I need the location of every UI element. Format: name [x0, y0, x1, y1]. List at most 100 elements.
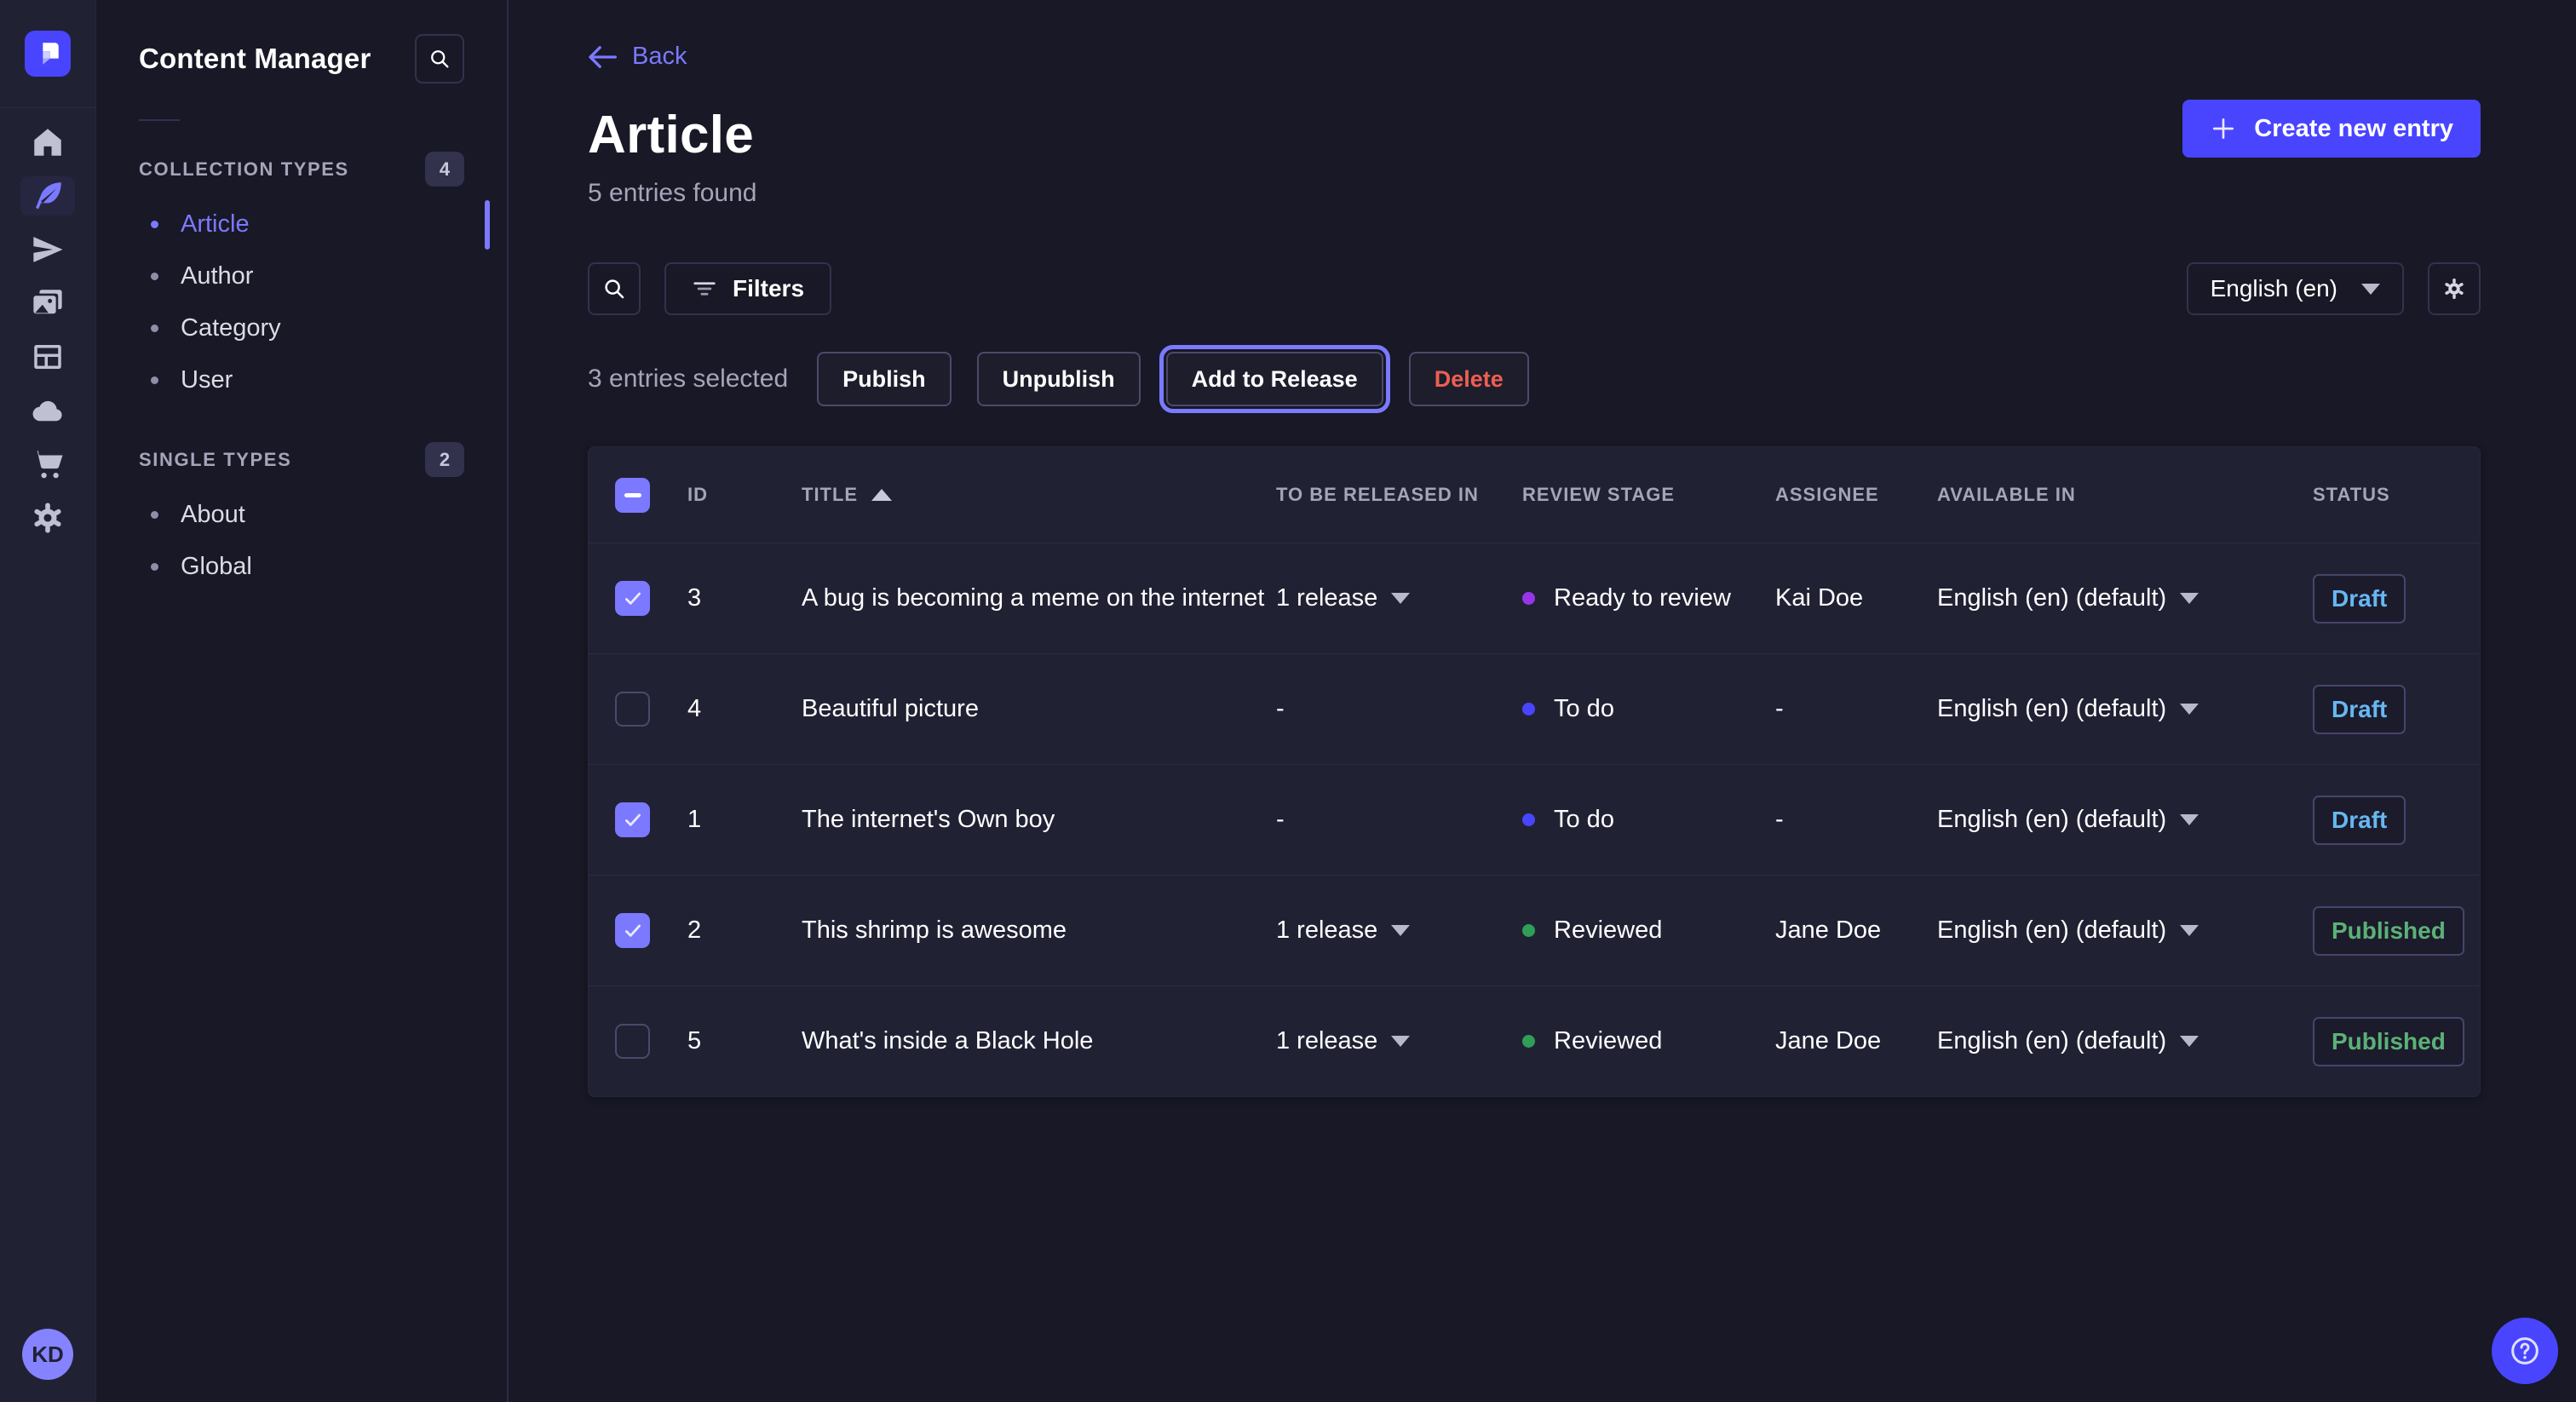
stage-label: Reviewed	[1554, 1027, 1662, 1055]
cell-id: 4	[674, 695, 802, 723]
header-cell-status: STATUS	[2313, 484, 2480, 506]
cell-review-stage: Reviewed	[1522, 1027, 1775, 1055]
home-icon	[30, 124, 66, 160]
cell-available-in[interactable]: English (en) (default)	[1937, 916, 2313, 945]
sidebar-section-label: COLLECTION TYPES	[139, 158, 349, 181]
bullet-icon	[151, 563, 158, 571]
add-to-release-button[interactable]: Add to Release	[1166, 352, 1383, 406]
chevron-down-icon	[1391, 1036, 1410, 1047]
user-avatar[interactable]: KD	[22, 1329, 73, 1380]
bullet-icon	[151, 511, 158, 519]
cell-to-be-released-in[interactable]: 1 release	[1276, 916, 1522, 945]
sidebar-item-global[interactable]: Global	[139, 541, 464, 593]
sidebar-item-user[interactable]: User	[139, 354, 464, 406]
sidebar-search-button[interactable]	[415, 34, 464, 83]
list-settings-button[interactable]	[2428, 262, 2481, 315]
strapi-logo-icon	[33, 39, 62, 68]
sidebar-item-about[interactable]: About	[139, 489, 464, 541]
cell-to-be-released-in[interactable]: 1 release	[1276, 1027, 1522, 1055]
nav-marketplace[interactable]	[0, 437, 95, 491]
table-row[interactable]: 3A bug is becoming a meme on the interne…	[589, 543, 2480, 653]
select-all-checkbox[interactable]	[615, 478, 650, 513]
sidebar-item-list: Article Author Category User	[139, 198, 464, 406]
sidebar-section: SINGLE TYPES2AboutGlobal	[139, 442, 464, 593]
nav-media-library[interactable]	[0, 276, 95, 330]
search-icon	[428, 47, 451, 71]
table-search-button[interactable]	[588, 262, 641, 315]
cell-available-in[interactable]: English (en) (default)	[1937, 806, 2313, 834]
sidebar-item-label: Author	[181, 262, 253, 290]
cell-to-be-released-in: -	[1276, 695, 1522, 723]
cell-id: 1	[674, 806, 802, 834]
cell-status: Draft	[2313, 796, 2480, 845]
cell-review-stage: Ready to review	[1522, 584, 1775, 612]
locale-select[interactable]: English (en)	[2187, 262, 2404, 315]
table-row[interactable]: 1The internet's Own boy-To do-English (e…	[589, 764, 2480, 875]
nav-deploy[interactable]	[0, 383, 95, 437]
unpublish-button[interactable]: Unpublish	[977, 352, 1141, 406]
column-label: REVIEW STAGE	[1522, 484, 1675, 506]
sidebar-divider	[139, 119, 180, 121]
release-value: 1 release	[1276, 916, 1377, 945]
cell-available-in[interactable]: English (en) (default)	[1937, 1027, 2313, 1055]
table-row[interactable]: 4Beautiful picture-To do-English (en) (d…	[589, 653, 2480, 764]
delete-button[interactable]: Delete	[1409, 352, 1529, 406]
row-checkbox[interactable]	[615, 802, 650, 837]
nav-releases[interactable]	[0, 222, 95, 276]
chevron-down-icon	[2180, 925, 2199, 936]
column-label: STATUS	[2313, 484, 2390, 506]
publish-button[interactable]: Publish	[817, 352, 952, 406]
sidebar-item-label: User	[181, 366, 233, 394]
sidebar-item-category[interactable]: Category	[139, 302, 464, 354]
table-header-row: IDTITLETO BE RELEASED INREVIEW STAGEASSI…	[589, 447, 2480, 543]
create-new-entry-button[interactable]: Create new entry	[2182, 100, 2481, 158]
cloud-icon	[30, 393, 66, 428]
nav-home[interactable]	[0, 115, 95, 169]
row-checkbox[interactable]	[615, 1024, 650, 1059]
check-icon	[622, 809, 644, 831]
sort-ascending-icon	[871, 489, 892, 501]
sidebar-item-label: Article	[181, 210, 250, 238]
nav-content-type-builder[interactable]	[0, 330, 95, 383]
header-cell-id: ID	[674, 484, 802, 506]
cell-title: The internet's Own boy	[802, 806, 1276, 834]
cell-available-in[interactable]: English (en) (default)	[1937, 695, 2313, 723]
status-badge: Published	[2313, 906, 2464, 956]
cell-assignee: Jane Doe	[1775, 916, 1937, 945]
bullet-icon	[151, 376, 158, 384]
table-row[interactable]: 2This shrimp is awesome1 releaseReviewed…	[589, 875, 2480, 985]
cell-to-be-released-in[interactable]: 1 release	[1276, 584, 1522, 612]
row-checkbox[interactable]	[615, 581, 650, 616]
sidebar-section-count-badge: 2	[425, 442, 464, 477]
selection-count-text: 3 entries selected	[588, 365, 788, 394]
cell-checkbox	[589, 1024, 674, 1059]
nav-settings[interactable]	[0, 491, 95, 544]
question-mark-icon	[2508, 1334, 2542, 1368]
stage-label: To do	[1554, 806, 1614, 834]
filters-button[interactable]: Filters	[664, 262, 831, 315]
cell-title: What's inside a Black Hole	[802, 1027, 1276, 1055]
chevron-down-icon	[2180, 593, 2199, 604]
column-label: ID	[687, 484, 708, 506]
nav-content-manager[interactable]	[0, 169, 95, 222]
check-icon	[622, 920, 644, 942]
sidebar-item-label: Category	[181, 314, 281, 342]
row-checkbox[interactable]	[615, 692, 650, 727]
column-label: TO BE RELEASED IN	[1276, 484, 1479, 506]
release-value: -	[1276, 695, 1285, 723]
header-cell-title[interactable]: TITLE	[802, 484, 1276, 506]
active-nav-highlight	[20, 176, 75, 215]
row-checkbox[interactable]	[615, 913, 650, 948]
sidebar-item-author[interactable]: Author	[139, 250, 464, 302]
back-link[interactable]: Back	[588, 43, 687, 71]
cell-assignee: -	[1775, 695, 1937, 723]
chevron-down-icon	[2180, 704, 2199, 715]
strapi-logo[interactable]	[25, 31, 71, 77]
table-row[interactable]: 5What's inside a Black Hole1 releaseRevi…	[589, 985, 2480, 1096]
cell-available-in[interactable]: English (en) (default)	[1937, 584, 2313, 612]
stage-label: Reviewed	[1554, 916, 1662, 945]
search-icon	[601, 276, 627, 302]
cell-review-stage: Reviewed	[1522, 916, 1775, 945]
sidebar-item-article[interactable]: Article	[139, 198, 464, 250]
help-button[interactable]	[2492, 1318, 2558, 1384]
